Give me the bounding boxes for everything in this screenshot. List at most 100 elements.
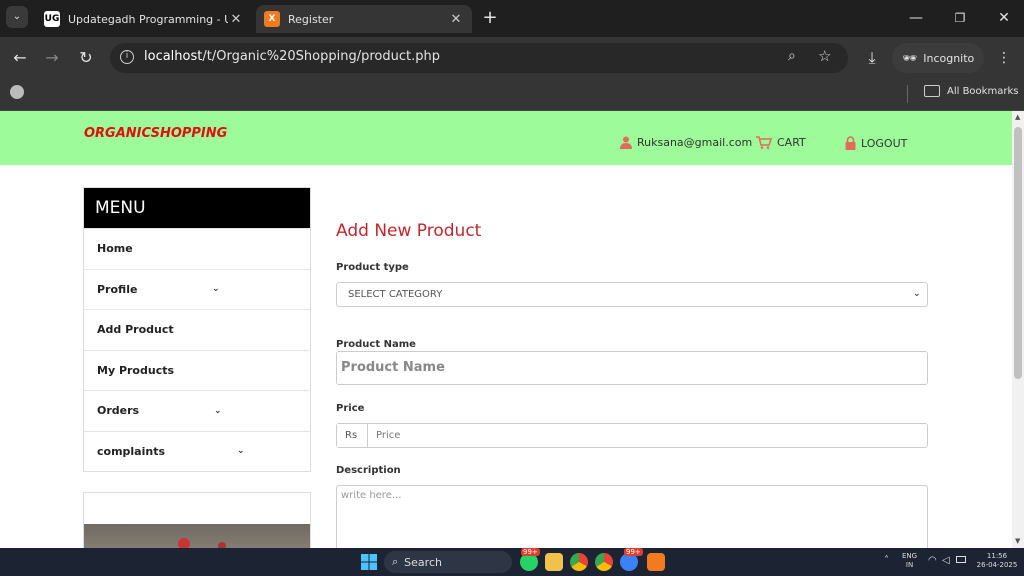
minimize-icon[interactable]: — bbox=[896, 6, 936, 30]
time-label: 11:56 bbox=[986, 552, 1008, 560]
scroll-down-icon[interactable]: ▼ bbox=[1015, 537, 1020, 545]
tab-title: Register bbox=[288, 12, 334, 26]
product-type-value: SELECT CATEGORY bbox=[348, 289, 443, 300]
region-label: IN bbox=[905, 561, 914, 569]
description-textarea[interactable]: write here... bbox=[336, 485, 928, 548]
lock-icon bbox=[845, 136, 856, 150]
forward-icon[interactable]: → bbox=[40, 46, 64, 70]
browser-tab-bar: ⌄ UG Updategadh Programming - Upda ✕ X R… bbox=[0, 0, 1024, 37]
windows-start-icon[interactable] bbox=[360, 553, 378, 571]
sidebar-item-label: My Products bbox=[97, 363, 175, 377]
restore-icon[interactable]: ❐ bbox=[940, 6, 980, 30]
incognito-label: Incognito bbox=[923, 51, 975, 65]
back-icon[interactable]: ← bbox=[8, 46, 32, 70]
tab-search-button[interactable]: ⌄ bbox=[6, 6, 28, 28]
chevron-down-icon: ⌄ bbox=[214, 405, 222, 416]
promo-image bbox=[84, 524, 310, 548]
sidebar-item-profile[interactable]: Profile ⌄ bbox=[84, 268, 310, 310]
chevron-down-icon: ⌄ bbox=[912, 288, 921, 299]
bookmark-star-icon[interactable]: ☆ bbox=[818, 47, 831, 65]
lang-label: ENG bbox=[902, 552, 918, 560]
file-explorer-icon[interactable] bbox=[545, 553, 563, 571]
sidebar-item-label: Add Product bbox=[97, 323, 174, 337]
sidebar-menu: MENU Home Profile ⌄ Add Product My Produc… bbox=[83, 187, 311, 472]
page-scrollbar[interactable]: ▲ ▼ bbox=[1012, 111, 1024, 548]
incognito-icon: 🕶 bbox=[902, 51, 918, 65]
globe-icon[interactable] bbox=[10, 85, 24, 99]
address-bar[interactable]: i localhost/t/Organic%20Shopping/product… bbox=[110, 43, 848, 73]
window-close-icon[interactable]: ✕ bbox=[984, 6, 1024, 30]
clock[interactable]: 11:56 26-04-2025 bbox=[972, 552, 1022, 570]
all-bookmarks-button[interactable]: All Bookmarks bbox=[947, 86, 1018, 97]
chevron-down-icon: ⌄ bbox=[212, 284, 220, 295]
sidebar-promo-card bbox=[83, 492, 311, 548]
logout-link[interactable]: LOGOUT bbox=[845, 136, 907, 150]
chrome-icon[interactable] bbox=[570, 553, 588, 571]
cart-label: CART bbox=[777, 136, 806, 149]
search-label: Search bbox=[404, 555, 442, 569]
download-icon[interactable]: ⤓ bbox=[860, 46, 884, 70]
url-text: localhost/t/Organic%20Shopping/product.p… bbox=[144, 49, 440, 64]
notification-badge: 99+ bbox=[624, 548, 643, 556]
search-icon: ⌕ bbox=[392, 555, 399, 568]
sidebar-item-complaints[interactable]: complaints ⌄ bbox=[84, 430, 310, 472]
site-info-icon[interactable]: i bbox=[120, 50, 134, 64]
page-title: Add New Product bbox=[336, 221, 482, 241]
reload-icon[interactable]: ↻ bbox=[74, 46, 98, 70]
sidebar-item-home[interactable]: Home bbox=[84, 228, 310, 269]
price-input-group: Rs Price bbox=[336, 423, 928, 448]
description-label: Description bbox=[336, 465, 401, 476]
chrome-profile-icon[interactable] bbox=[595, 553, 613, 571]
wifi-icon[interactable]: ◠ bbox=[928, 555, 937, 566]
user-icon bbox=[620, 136, 632, 149]
product-name-input[interactable]: Product Name bbox=[336, 351, 928, 385]
scrollbar-thumb[interactable] bbox=[1014, 127, 1022, 379]
browser-menu-icon[interactable]: ⋮ bbox=[992, 46, 1016, 70]
sidebar-item-orders[interactable]: Orders ⌄ bbox=[84, 390, 310, 431]
logout-label: LOGOUT bbox=[861, 136, 908, 150]
folder-icon bbox=[924, 85, 940, 97]
battery-icon[interactable] bbox=[956, 556, 966, 563]
tab-title: Updategadh Programming - Upda bbox=[68, 12, 228, 26]
site-logo[interactable]: ORGANICSHOPPING bbox=[84, 126, 227, 141]
product-name-placeholder: Product Name bbox=[341, 360, 445, 375]
bookmarks-divider bbox=[907, 85, 908, 103]
product-name-label: Product Name bbox=[336, 339, 416, 350]
tray-chevron-up-icon[interactable]: ˄ bbox=[884, 555, 889, 566]
product-type-label: Product type bbox=[336, 262, 409, 273]
updategadh-favicon-icon: UG bbox=[44, 11, 60, 27]
browser-toolbar: ← → ↻ i localhost/t/Organic%20Shopping/p… bbox=[0, 37, 1024, 79]
price-input[interactable]: Price bbox=[368, 424, 408, 447]
new-tab-icon[interactable]: + bbox=[478, 6, 502, 30]
site-header: ORGANICSHOPPING Ruksana@gmail.com CART L… bbox=[0, 111, 1012, 165]
sidebar-item-label: complaints bbox=[97, 444, 166, 458]
zoom-icon[interactable]: ⌕ bbox=[788, 48, 796, 64]
sidebar-item-add-product[interactable]: Add Product bbox=[84, 309, 310, 350]
sidebar-item-label: Orders bbox=[97, 404, 140, 418]
description-placeholder: write here... bbox=[341, 490, 402, 501]
tab-close-icon[interactable]: ✕ bbox=[448, 12, 464, 27]
chevron-down-icon: ⌄ bbox=[237, 446, 245, 457]
user-profile-link[interactable]: Ruksana@gmail.com bbox=[620, 136, 752, 149]
scroll-up-icon[interactable]: ▲ bbox=[1015, 113, 1020, 121]
product-type-select[interactable]: SELECT CATEGORY ⌄ bbox=[336, 282, 928, 307]
incognito-indicator[interactable]: 🕶 Incognito bbox=[892, 43, 984, 73]
strawberry-shape bbox=[178, 538, 190, 548]
page-viewport: ORGANICSHOPPING Ruksana@gmail.com CART L… bbox=[0, 111, 1012, 548]
tab-close-icon[interactable]: ✕ bbox=[228, 12, 244, 27]
cart-icon bbox=[756, 136, 772, 149]
volume-icon[interactable]: ◁ bbox=[942, 555, 950, 566]
notification-badge: 99+ bbox=[521, 548, 540, 556]
taskbar-search[interactable]: ⌕ Search bbox=[384, 551, 512, 573]
tab-register[interactable]: X Register ✕ bbox=[256, 5, 472, 33]
tab-updategadh[interactable]: UG Updategadh Programming - Upda ✕ bbox=[36, 5, 252, 33]
cart-link[interactable]: CART bbox=[756, 136, 806, 149]
xampp-icon[interactable] bbox=[647, 553, 665, 571]
currency-addon: Rs bbox=[337, 424, 368, 447]
sidebar-item-label: Home bbox=[97, 242, 133, 256]
bookmarks-bar: All Bookmarks bbox=[0, 79, 1024, 111]
sidebar-item-my-products[interactable]: My Products bbox=[84, 349, 310, 391]
language-indicator[interactable]: ENG IN bbox=[902, 552, 917, 570]
menu-title: MENU bbox=[84, 188, 310, 228]
date-label: 26-04-2025 bbox=[976, 561, 1018, 569]
